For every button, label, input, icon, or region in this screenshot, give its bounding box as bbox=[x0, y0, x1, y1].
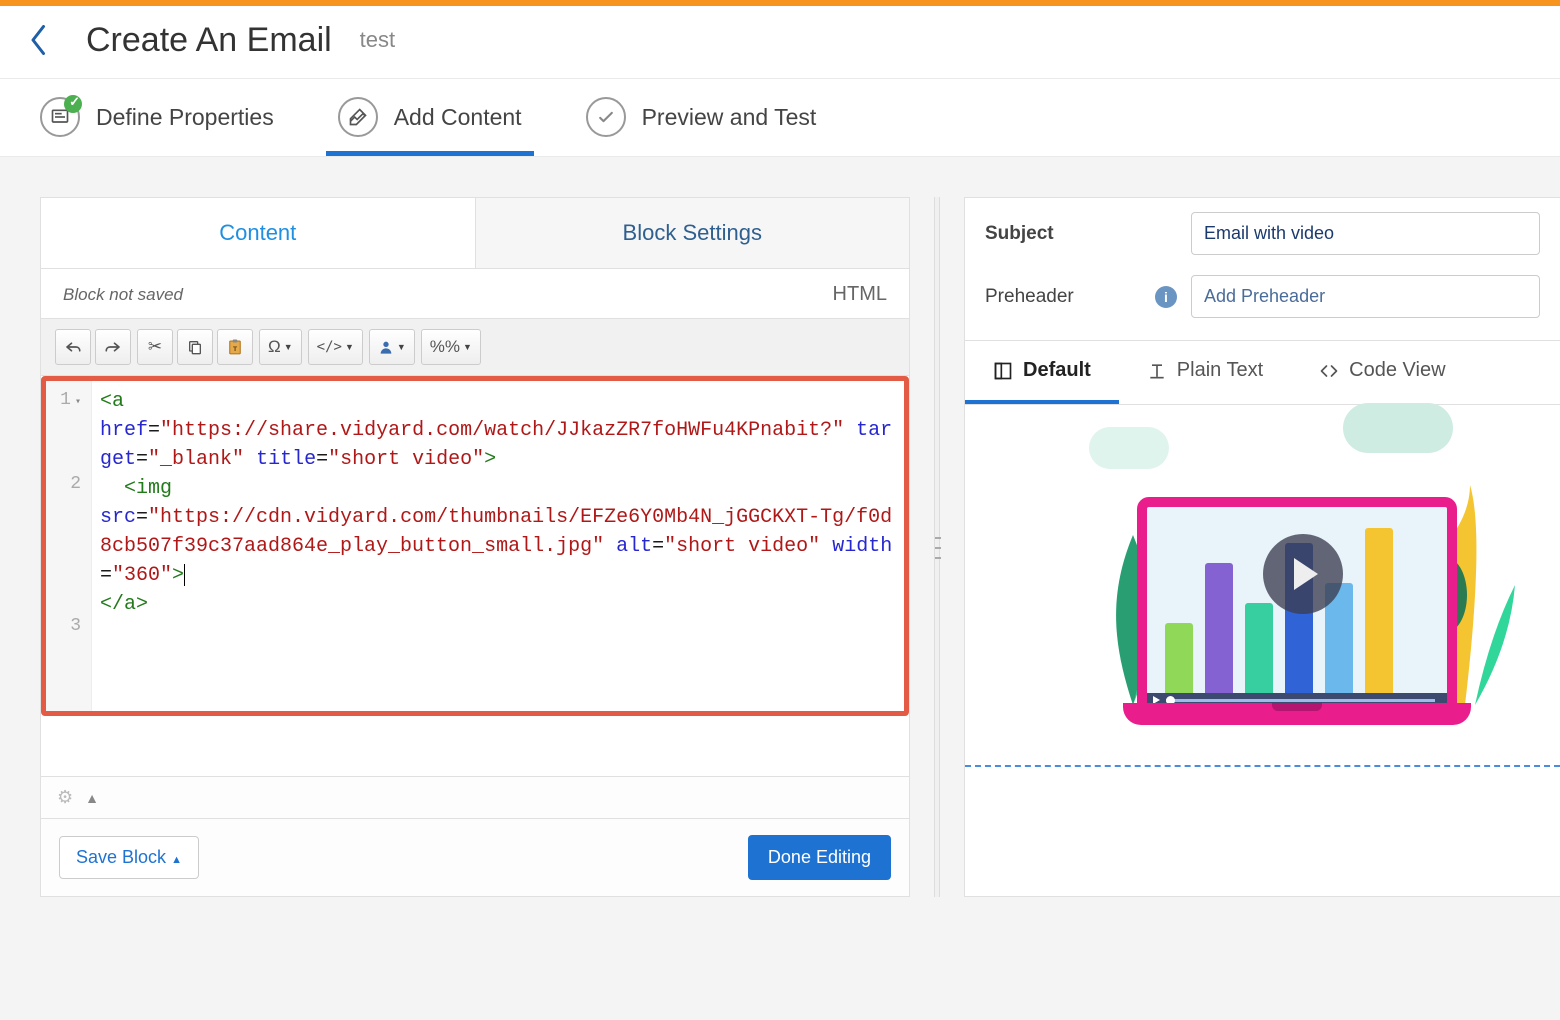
paste-icon: T bbox=[226, 338, 244, 356]
subject-label: Subject bbox=[985, 223, 1155, 245]
preheader-row: Preheader i bbox=[965, 261, 1560, 324]
step-label: Preview and Test bbox=[642, 104, 817, 131]
subject-row: Subject bbox=[965, 198, 1560, 261]
page-subtitle: test bbox=[360, 27, 395, 53]
preview-panel: Subject Preheader i Default Plain Text C… bbox=[964, 197, 1560, 897]
info-icon[interactable]: i bbox=[1155, 286, 1177, 308]
code-padding bbox=[41, 716, 909, 776]
video-thumbnail[interactable] bbox=[1123, 445, 1483, 725]
omega-icon: Ω bbox=[268, 337, 281, 357]
insert-code-button[interactable]: </>▼ bbox=[308, 329, 363, 365]
add-content-icon bbox=[338, 97, 378, 137]
code-view-icon bbox=[1319, 361, 1339, 381]
save-block-button[interactable]: Save Block ▲ bbox=[59, 836, 199, 879]
editor-footer-collapse: ⚙ ▲ bbox=[41, 776, 909, 818]
tab-content[interactable]: Content bbox=[41, 198, 475, 268]
text-icon bbox=[1147, 361, 1167, 381]
wizard-steps: Define Properties Add Content Preview an… bbox=[0, 78, 1560, 157]
preview-test-icon bbox=[586, 97, 626, 137]
insert-person-button[interactable]: ▼ bbox=[369, 329, 415, 365]
step-add-content[interactable]: Add Content bbox=[326, 79, 534, 156]
play-button-icon bbox=[1263, 534, 1343, 614]
define-properties-icon bbox=[40, 97, 80, 137]
view-tab-label: Default bbox=[1023, 359, 1091, 382]
panel-resize-handle[interactable] bbox=[934, 197, 940, 897]
save-block-label: Save Block bbox=[76, 847, 166, 867]
step-preview-test[interactable]: Preview and Test bbox=[574, 79, 829, 156]
content-editor-panel: Content Block Settings Block not saved H… bbox=[40, 197, 910, 897]
line-number: 3 bbox=[46, 613, 85, 639]
paste-button[interactable]: T bbox=[217, 329, 253, 365]
code-editor[interactable]: 1 ▾ 2 3 <a href="https://share.vidyard.co… bbox=[41, 376, 909, 716]
editor-footer-actions: Save Block ▲ Done Editing bbox=[41, 818, 909, 896]
chevron-left-icon bbox=[30, 25, 48, 55]
view-tab-plain-text[interactable]: Plain Text bbox=[1119, 341, 1291, 404]
editor-subheader: Block not saved HTML bbox=[41, 269, 909, 319]
line-number: 2 bbox=[46, 471, 85, 497]
view-tab-code-view[interactable]: Code View bbox=[1291, 341, 1473, 404]
scissors-icon: ✂ bbox=[148, 337, 162, 357]
gear-icon[interactable]: ⚙ bbox=[57, 787, 73, 808]
fold-marker-icon: ▾ bbox=[75, 397, 81, 408]
insert-variable-button[interactable]: %%▼ bbox=[421, 329, 481, 365]
panel-tabs: Content Block Settings bbox=[41, 198, 909, 269]
person-icon bbox=[378, 339, 394, 355]
step-define-properties[interactable]: Define Properties bbox=[28, 79, 286, 156]
caret-up-icon: ▲ bbox=[171, 854, 182, 866]
view-tab-label: Code View bbox=[1349, 359, 1445, 382]
text-cursor bbox=[184, 564, 185, 586]
preview-view-tabs: Default Plain Text Code View bbox=[965, 340, 1560, 405]
page-title: Create An Email bbox=[86, 21, 332, 60]
laptop-base bbox=[1123, 703, 1471, 725]
workspace: Content Block Settings Block not saved H… bbox=[0, 157, 1560, 897]
tab-block-settings[interactable]: Block Settings bbox=[475, 198, 910, 268]
email-preview bbox=[965, 405, 1560, 767]
grip-icon bbox=[933, 533, 943, 563]
layout-icon bbox=[993, 361, 1013, 381]
preheader-input[interactable] bbox=[1191, 275, 1540, 318]
step-label: Add Content bbox=[394, 104, 522, 131]
caret-down-icon: ▼ bbox=[463, 342, 472, 352]
back-button[interactable] bbox=[24, 20, 54, 60]
editor-toolbar: ✂ T Ω▼ </>▼ ▼ %%▼ bbox=[41, 319, 909, 376]
line-gutter: 1 ▾ 2 3 bbox=[46, 381, 92, 711]
undo-button[interactable] bbox=[55, 329, 91, 365]
percent-icon: %% bbox=[430, 337, 460, 357]
collapse-up-icon[interactable]: ▲ bbox=[85, 790, 99, 806]
decoration-cloud bbox=[1089, 427, 1169, 469]
cut-button[interactable]: ✂ bbox=[137, 329, 173, 365]
redo-button[interactable] bbox=[95, 329, 131, 365]
caret-down-icon: ▼ bbox=[345, 342, 354, 352]
preheader-label: Preheader bbox=[985, 286, 1155, 308]
step-label: Define Properties bbox=[96, 104, 274, 131]
code-content[interactable]: <a href="https://share.vidyard.com/watch… bbox=[92, 381, 904, 711]
caret-down-icon: ▼ bbox=[397, 342, 406, 352]
copy-icon bbox=[187, 339, 203, 355]
special-char-button[interactable]: Ω▼ bbox=[259, 329, 302, 365]
caret-down-icon: ▼ bbox=[284, 342, 293, 352]
view-tab-label: Plain Text bbox=[1177, 359, 1263, 382]
block-status: Block not saved bbox=[63, 285, 183, 305]
redo-icon bbox=[104, 340, 122, 354]
undo-icon bbox=[64, 340, 82, 354]
html-mode-label: HTML bbox=[833, 283, 887, 306]
subject-input[interactable] bbox=[1191, 212, 1540, 255]
page-header: Create An Email test bbox=[0, 6, 1560, 78]
view-tab-default[interactable]: Default bbox=[965, 341, 1119, 404]
decoration-cloud bbox=[1343, 403, 1453, 453]
copy-button[interactable] bbox=[177, 329, 213, 365]
done-editing-button[interactable]: Done Editing bbox=[748, 835, 891, 880]
code-icon: </> bbox=[317, 339, 342, 355]
line-number: 1 bbox=[60, 390, 71, 410]
